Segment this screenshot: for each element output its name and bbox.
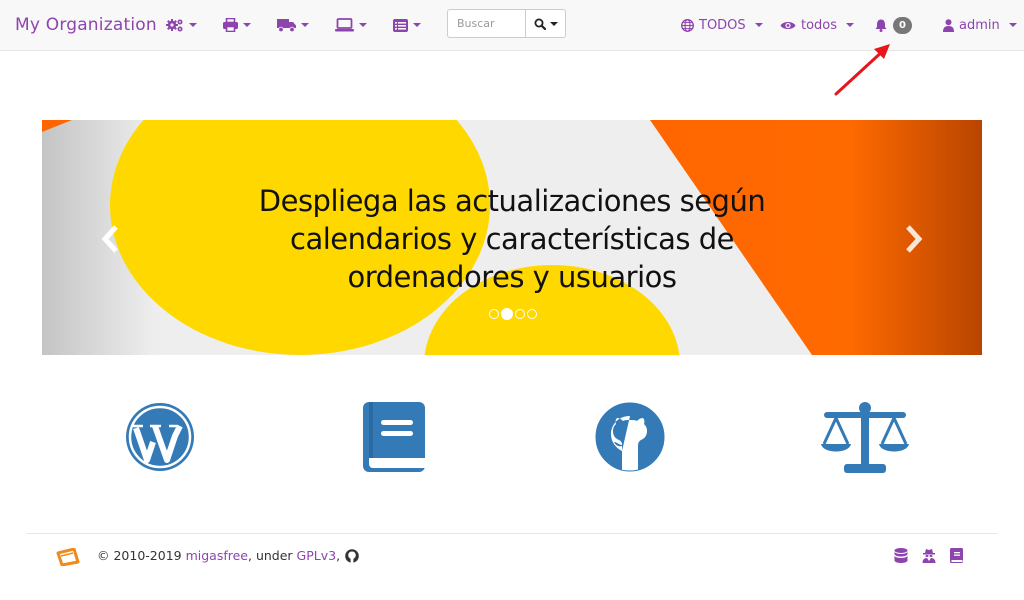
carousel-caption: Despliega las actualizaciones según cale… <box>232 182 792 296</box>
carousel-indicator-active[interactable] <box>501 308 513 320</box>
eye-icon <box>780 21 796 29</box>
carousel-indicator[interactable] <box>515 309 525 319</box>
view-scope-menu[interactable]: todos <box>780 16 855 34</box>
carousel-indicators <box>489 308 537 320</box>
database-icon[interactable] <box>894 548 908 563</box>
github-icon[interactable] <box>595 402 665 472</box>
truck-icon <box>277 19 296 32</box>
chevron-down-icon <box>301 23 309 27</box>
alerts-count-badge: 0 <box>893 16 912 34</box>
carousel-prev-icon[interactable] <box>100 224 122 254</box>
view-label: todos <box>801 17 838 33</box>
deployments-menu[interactable] <box>277 16 309 34</box>
github-small-icon[interactable] <box>345 548 359 563</box>
balance-scale-icon[interactable] <box>820 402 910 474</box>
caption-line: ordenadores y usuarios <box>347 260 677 294</box>
laptop-icon <box>335 18 354 32</box>
chevron-down-icon <box>1008 23 1017 27</box>
scope-label: TODOS <box>699 17 746 33</box>
copyright-text: © 2010-2019 <box>97 548 186 563</box>
chevron-down-icon <box>359 23 367 27</box>
license-link[interactable]: GPLv3 <box>297 548 337 563</box>
user-secret-icon[interactable] <box>922 548 936 563</box>
project-scope-menu[interactable]: TODOS <box>681 16 763 34</box>
footer-copyright: © 2010-2019 migasfree , under GPLv3 , <box>97 548 359 563</box>
cogs-icon <box>166 19 183 32</box>
user-label: admin <box>959 17 1000 33</box>
copyright-suffix: , <box>336 548 341 563</box>
annotation-arrow-icon <box>834 44 890 96</box>
data-menu[interactable] <box>393 16 421 34</box>
carousel-next-icon[interactable] <box>902 224 924 254</box>
user-menu[interactable]: admin <box>943 16 1017 34</box>
chevron-down-icon <box>549 21 558 26</box>
search-input[interactable] <box>447 9 525 38</box>
print-icon <box>223 18 238 32</box>
footer-links <box>894 548 963 563</box>
search-icon <box>534 18 546 30</box>
globe-icon <box>681 18 694 32</box>
brand-link[interactable]: My Organization <box>15 15 157 35</box>
carousel-indicator[interactable] <box>527 309 537 319</box>
book-small-icon[interactable] <box>950 548 963 563</box>
book-icon[interactable] <box>363 402 426 472</box>
chevron-down-icon <box>243 23 251 27</box>
footer-divider <box>27 533 997 534</box>
configuration-menu[interactable] <box>166 16 197 34</box>
chevron-down-icon <box>754 23 763 27</box>
computers-menu[interactable] <box>335 16 367 34</box>
caption-line: calendarios y características de <box>290 222 734 256</box>
list-icon <box>393 18 408 32</box>
bell-icon <box>875 19 887 32</box>
copyright-under: , under <box>248 548 297 563</box>
caption-line: Despliega las actualizaciones según <box>258 184 766 218</box>
project-link[interactable]: migasfree <box>186 548 248 563</box>
hero-carousel: Despliega las actualizaciones según cale… <box>42 120 982 355</box>
chevron-down-icon <box>413 23 421 27</box>
migasfree-logo-icon[interactable] <box>56 548 80 566</box>
alerts-button[interactable]: 0 <box>875 16 912 34</box>
wordpress-icon[interactable] <box>125 402 195 472</box>
devices-menu[interactable] <box>223 16 251 34</box>
search-form <box>447 9 566 38</box>
user-icon <box>943 18 954 32</box>
carousel-indicator[interactable] <box>489 309 499 319</box>
chevron-down-icon <box>189 23 197 27</box>
chevron-down-icon <box>846 23 855 27</box>
search-options-button[interactable] <box>525 9 566 38</box>
